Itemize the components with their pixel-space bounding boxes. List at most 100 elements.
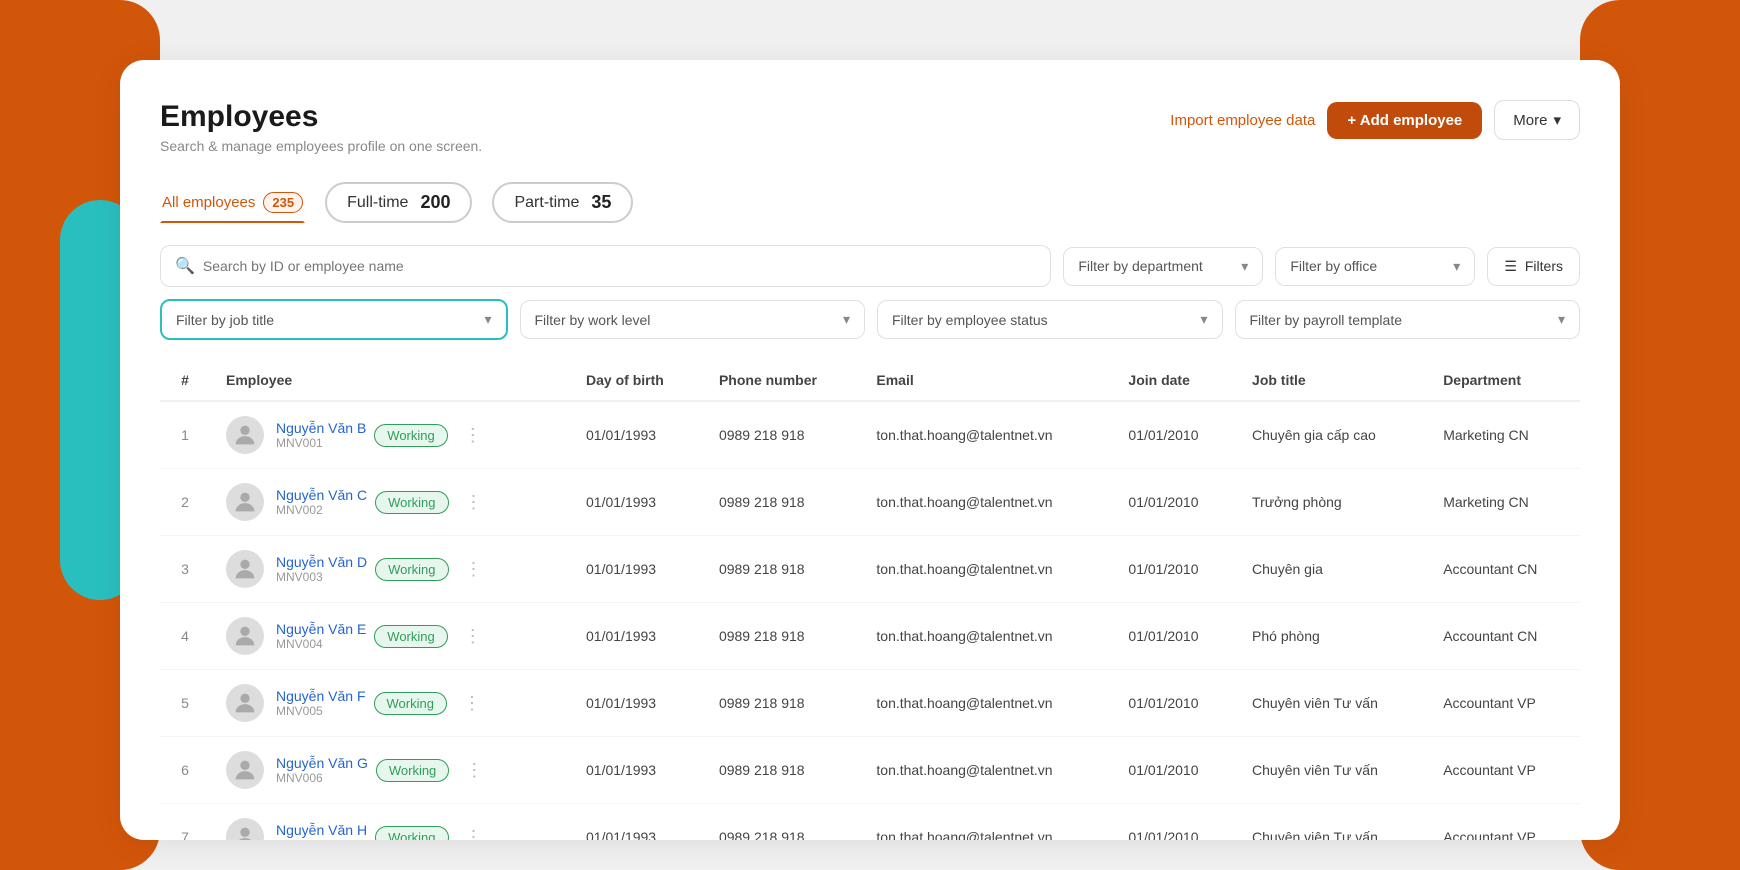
cell-num: 6 [160, 737, 210, 804]
main-card: Employees Search & manage employees prof… [120, 60, 1620, 840]
cell-email: ton.that.hoang@talentnet.vn [860, 670, 1112, 737]
more-actions-icon[interactable]: ⋮ [457, 555, 491, 584]
employee-name[interactable]: Nguyễn Văn D [276, 554, 367, 570]
avatar [226, 684, 264, 722]
cell-join-date: 01/01/2010 [1112, 401, 1236, 469]
cell-join-date: 01/01/2010 [1112, 670, 1236, 737]
cell-email: ton.that.hoang@talentnet.vn [860, 536, 1112, 603]
col-dob: Day of birth [570, 360, 703, 401]
cell-email: ton.that.hoang@talentnet.vn [860, 469, 1112, 536]
all-employees-badge: 235 [263, 192, 303, 213]
more-actions-icon[interactable]: ⋮ [457, 756, 491, 785]
status-badge: Working [374, 625, 447, 648]
status-badge: Working [375, 826, 448, 841]
chevron-down-icon: ▾ [484, 311, 491, 328]
employee-id: MNV001 [276, 436, 366, 450]
cell-email: ton.that.hoang@talentnet.vn [860, 603, 1112, 670]
filter-work-level[interactable]: Filter by work level ▾ [520, 300, 866, 339]
more-actions-icon[interactable]: ⋮ [455, 689, 489, 718]
cell-employee: Nguyễn Văn D MNV003 Working ⋮ [210, 536, 570, 603]
filter-office[interactable]: Filter by office ▾ [1275, 247, 1475, 286]
cell-email: ton.that.hoang@talentnet.vn [860, 737, 1112, 804]
employee-name[interactable]: Nguyễn Văn F [276, 688, 366, 704]
cell-phone: 0989 218 918 [703, 804, 860, 841]
cell-dob: 01/01/1993 [570, 670, 703, 737]
cell-department: Accountant VP [1427, 737, 1580, 804]
more-actions-icon[interactable]: ⋮ [457, 488, 491, 517]
cell-job-title: Chuyên gia [1236, 536, 1427, 603]
header-actions: Import employee data + Add employee More… [1170, 100, 1580, 140]
tab-all-employees[interactable]: All employees 235 [160, 182, 305, 223]
employee-id: MNV002 [276, 503, 367, 517]
cell-num: 7 [160, 804, 210, 841]
cell-employee: Nguyễn Văn H MNV007 Working ⋮ [210, 804, 570, 841]
import-link[interactable]: Import employee data [1170, 112, 1315, 129]
table-row: 6 Nguyễn Văn G MNV006 Working [160, 737, 1580, 804]
employee-name[interactable]: Nguyễn Văn H [276, 822, 367, 838]
chevron-down-icon: ▾ [1200, 311, 1207, 328]
cell-phone: 0989 218 918 [703, 737, 860, 804]
cell-department: Marketing CN [1427, 469, 1580, 536]
cell-num: 1 [160, 401, 210, 469]
cell-email: ton.that.hoang@talentnet.vn [860, 804, 1112, 841]
tabs: All employees 235 Full-time 200 Part-tim… [160, 182, 1580, 223]
employee-name[interactable]: Nguyễn Văn G [276, 755, 368, 771]
cell-phone: 0989 218 918 [703, 401, 860, 469]
avatar [226, 818, 264, 840]
table-row: 4 Nguyễn Văn E MNV004 Working [160, 603, 1580, 670]
table-row: 7 Nguyễn Văn H MNV007 Working [160, 804, 1580, 841]
tab-fulltime[interactable]: Full-time 200 [325, 182, 472, 223]
col-department: Department [1427, 360, 1580, 401]
avatar [226, 483, 264, 521]
cell-job-title: Chuyên viên Tư vấn [1236, 670, 1427, 737]
page-subtitle: Search & manage employees profile on one… [160, 138, 482, 154]
header: Employees Search & manage employees prof… [160, 100, 1580, 154]
employee-id: MNV005 [276, 704, 366, 718]
cell-join-date: 01/01/2010 [1112, 804, 1236, 841]
avatar [226, 416, 264, 454]
employee-name[interactable]: Nguyễn Văn B [276, 420, 366, 436]
search-icon: 🔍 [175, 256, 195, 276]
cell-job-title: Chuyên viên Tư vấn [1236, 737, 1427, 804]
chevron-down-icon: ▾ [1553, 111, 1561, 129]
col-job-title: Job title [1236, 360, 1427, 401]
filter-employee-status[interactable]: Filter by employee status ▾ [877, 300, 1223, 339]
filter-department[interactable]: Filter by department ▾ [1063, 247, 1263, 286]
chevron-down-icon: ▾ [843, 311, 850, 328]
filter-row-2: Filter by job title ▾ Filter by work lev… [160, 299, 1580, 340]
tab-parttime[interactable]: Part-time 35 [492, 182, 633, 223]
cell-num: 3 [160, 536, 210, 603]
more-actions-icon[interactable]: ⋮ [457, 823, 491, 841]
chevron-down-icon: ▾ [1241, 258, 1248, 275]
more-button[interactable]: More ▾ [1494, 100, 1580, 140]
filters-button[interactable]: ☰ Filters [1487, 247, 1580, 286]
search-input[interactable] [203, 258, 1036, 274]
employee-name[interactable]: Nguyễn Văn E [276, 621, 366, 637]
avatar [226, 617, 264, 655]
cell-department: Accountant CN [1427, 603, 1580, 670]
search-box: 🔍 [160, 245, 1051, 287]
cell-department: Accountant VP [1427, 670, 1580, 737]
cell-department: Accountant CN [1427, 536, 1580, 603]
col-employee: Employee [210, 360, 570, 401]
add-employee-button[interactable]: + Add employee [1327, 102, 1482, 139]
cell-employee: Nguyễn Văn C MNV002 Working ⋮ [210, 469, 570, 536]
cell-phone: 0989 218 918 [703, 536, 860, 603]
employee-name[interactable]: Nguyễn Văn C [276, 487, 367, 503]
filter-row-1: 🔍 Filter by department ▾ Filter by offic… [160, 245, 1580, 287]
status-badge: Working [374, 424, 447, 447]
filter-payroll-template[interactable]: Filter by payroll template ▾ [1235, 300, 1581, 339]
cell-dob: 01/01/1993 [570, 469, 703, 536]
more-actions-icon[interactable]: ⋮ [456, 622, 490, 651]
cell-num: 5 [160, 670, 210, 737]
status-badge: Working [375, 558, 448, 581]
more-actions-icon[interactable]: ⋮ [456, 421, 490, 450]
status-badge: Working [376, 759, 449, 782]
cell-dob: 01/01/1993 [570, 536, 703, 603]
cell-employee: Nguyễn Văn G MNV006 Working ⋮ [210, 737, 570, 804]
col-email: Email [860, 360, 1112, 401]
filter-job-title[interactable]: Filter by job title ▾ [160, 299, 508, 340]
cell-join-date: 01/01/2010 [1112, 737, 1236, 804]
table-header-row: # Employee Day of birth Phone number Ema… [160, 360, 1580, 401]
cell-employee: Nguyễn Văn B MNV001 Working ⋮ [210, 401, 570, 469]
